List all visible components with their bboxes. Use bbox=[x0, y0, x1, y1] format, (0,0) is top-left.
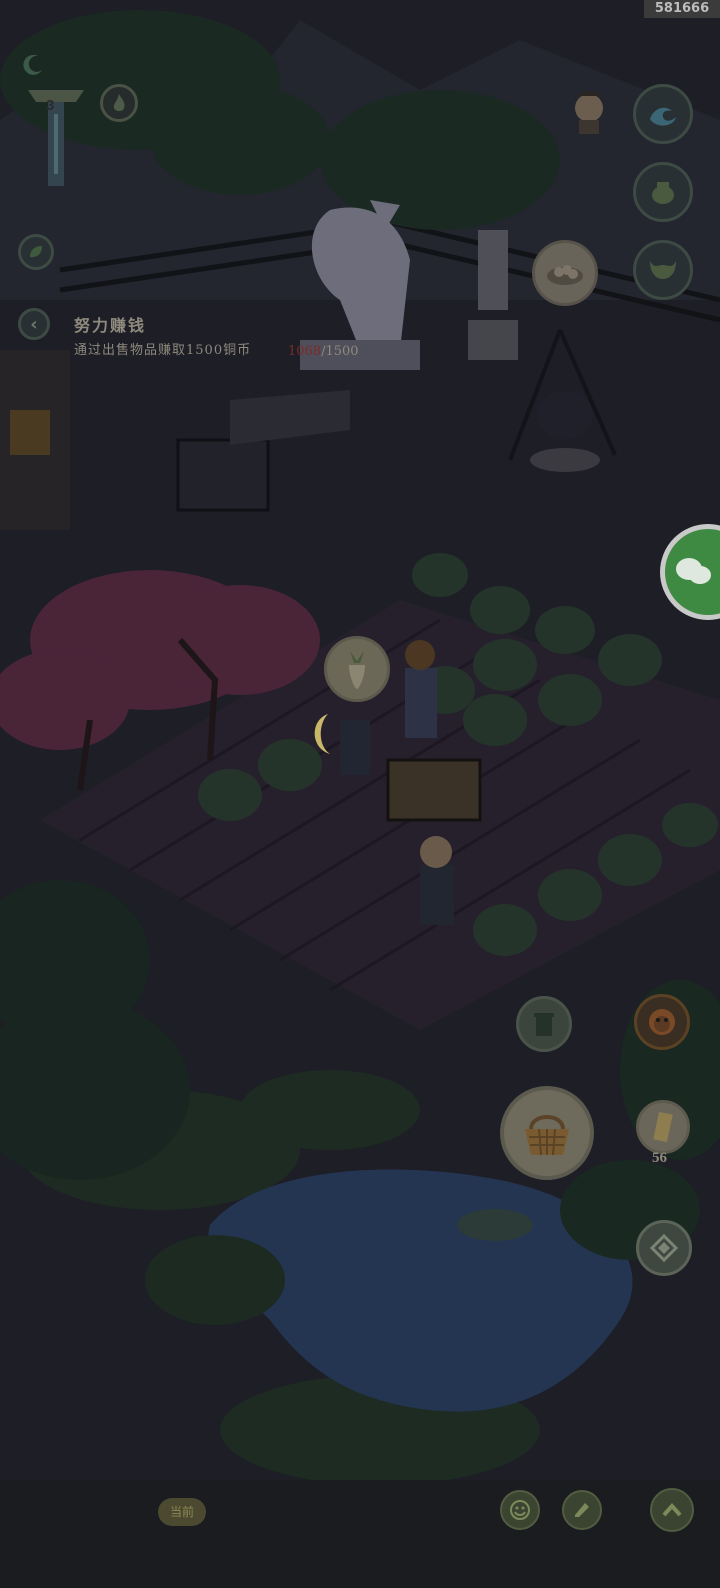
quest-progress-current: 1068 bbox=[288, 344, 322, 359]
leaf-icon[interactable] bbox=[18, 234, 54, 270]
character-avatar[interactable] bbox=[566, 86, 612, 136]
monkey-king-icon[interactable] bbox=[634, 994, 690, 1050]
build-id-label: 581666 bbox=[644, 0, 720, 18]
quest-collapse-button[interactable]: ‹ bbox=[18, 308, 50, 340]
wave-icon[interactable] bbox=[633, 84, 693, 144]
quest-progress: 1068/1500 bbox=[288, 344, 359, 359]
scroll-icon[interactable] bbox=[636, 1100, 690, 1154]
fire-icon[interactable] bbox=[100, 84, 138, 122]
trash-icon[interactable] bbox=[516, 996, 572, 1052]
night-farm-scene bbox=[0, 0, 720, 1588]
emote-icon[interactable] bbox=[500, 1490, 540, 1530]
chevron-left-icon: ‹ bbox=[30, 313, 38, 335]
level-number: 3 bbox=[46, 97, 55, 114]
quest-description: 通过出售物品赚取1500铜币 bbox=[74, 343, 252, 358]
pot-icon[interactable] bbox=[633, 162, 693, 222]
chevron-up-icon[interactable] bbox=[650, 1488, 694, 1532]
basket-icon[interactable] bbox=[500, 1086, 594, 1180]
edit-icon[interactable] bbox=[562, 1490, 602, 1530]
dumpling-bubble-icon[interactable] bbox=[532, 240, 598, 306]
radish-bubble-icon[interactable] bbox=[324, 636, 390, 702]
crescent-marker-icon bbox=[308, 712, 338, 756]
level-banner[interactable] bbox=[24, 84, 88, 194]
quest-title: 努力赚钱 bbox=[74, 316, 147, 335]
inventory-count: 56 bbox=[652, 1150, 667, 1166]
quest-progress-total: /1500 bbox=[321, 344, 359, 359]
current-label[interactable]: 当前 bbox=[158, 1498, 206, 1526]
moon-icon bbox=[20, 52, 46, 78]
compass-icon[interactable] bbox=[636, 1220, 692, 1276]
ox-icon[interactable] bbox=[633, 240, 693, 300]
